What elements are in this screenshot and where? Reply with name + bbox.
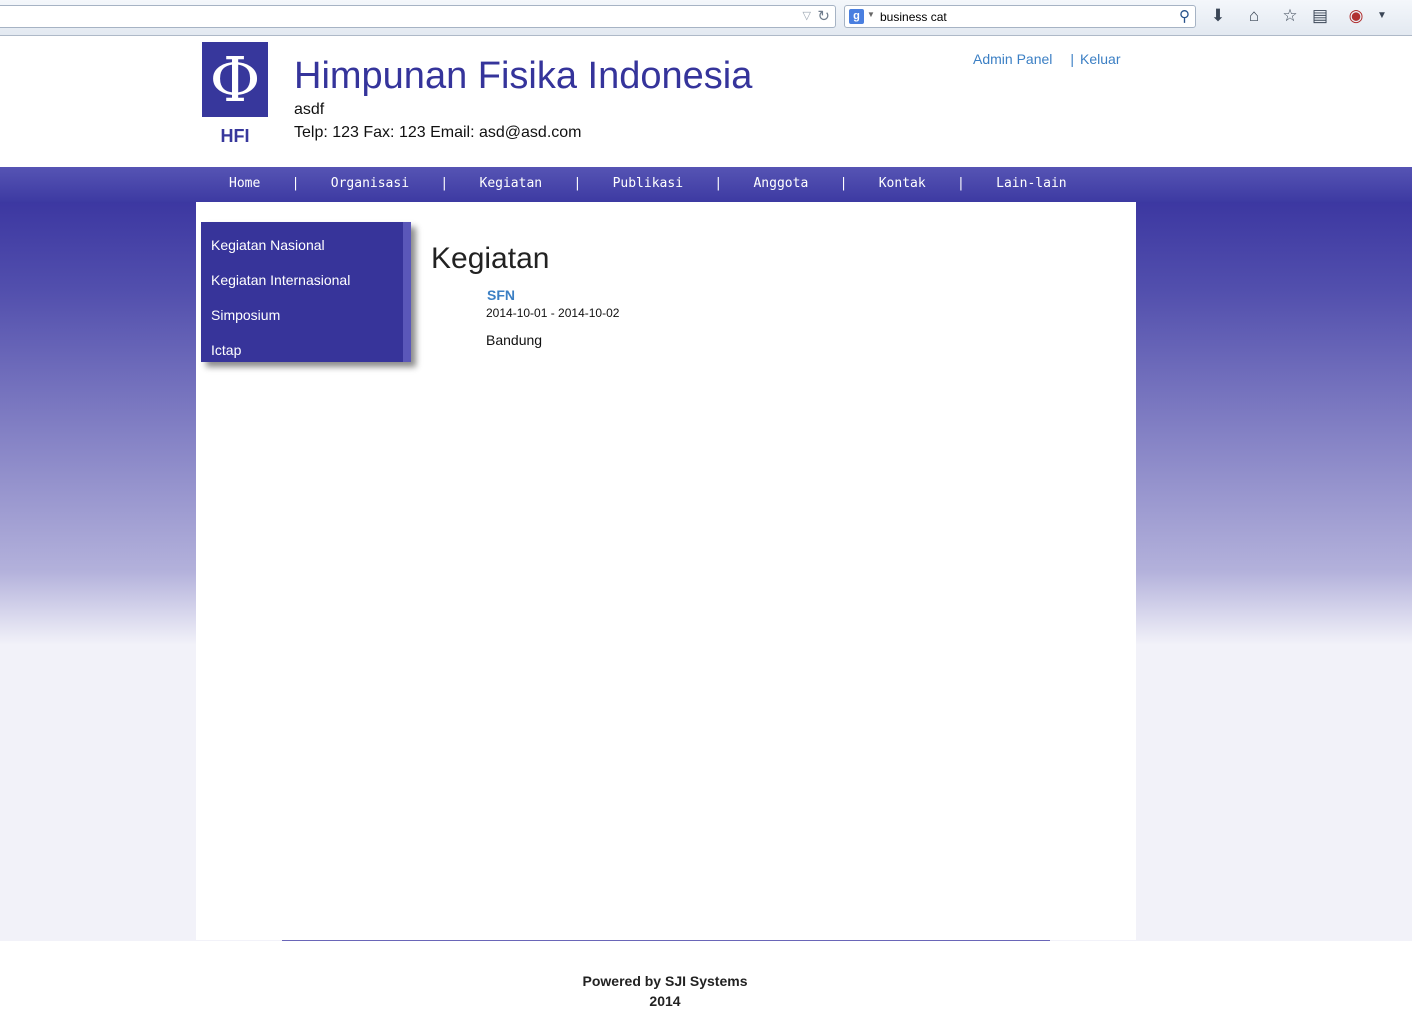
nav-item-publikasi[interactable]: Publikasi bbox=[613, 176, 683, 191]
phi-symbol: Φ bbox=[209, 43, 261, 116]
logout-link[interactable]: Keluar bbox=[1080, 51, 1120, 67]
sidebar-item-ictap[interactable]: Ictap bbox=[211, 342, 241, 358]
nav-separator: | bbox=[440, 176, 449, 191]
home-icon[interactable]: ⌂ bbox=[1244, 6, 1264, 26]
site-title: Himpunan Fisika Indonesia bbox=[294, 55, 753, 97]
sidebar-item-kegiatan-internasional[interactable]: Kegiatan Internasional bbox=[211, 272, 350, 288]
nav-items: Home | Organisasi | Kegiatan | Publikasi… bbox=[229, 176, 1067, 191]
nav-separator: | bbox=[573, 176, 582, 191]
event-date: 2014-10-01 - 2014-10-02 bbox=[486, 306, 620, 320]
sidebar-menu: Kegiatan Nasional Kegiatan Internasional… bbox=[201, 222, 411, 362]
admin-panel-link[interactable]: Admin Panel bbox=[973, 51, 1052, 67]
site-contact: Telp: 123 Fax: 123 Email: asd@asd.com bbox=[294, 124, 582, 141]
logo-text: HFI bbox=[220, 126, 250, 146]
bookmark-star-icon[interactable]: ☆ bbox=[1280, 6, 1300, 26]
nav-item-home[interactable]: Home bbox=[229, 176, 260, 191]
nav-separator: | bbox=[714, 176, 723, 191]
google-icon[interactable]: g bbox=[849, 9, 864, 24]
event-place: Bandung bbox=[486, 332, 543, 348]
nav-item-kegiatan[interactable]: Kegiatan bbox=[480, 176, 543, 191]
content-panel: Kegiatan Nasional Kegiatan Internasional… bbox=[196, 202, 1136, 940]
nav-item-kontak[interactable]: Kontak bbox=[879, 176, 926, 191]
search-engine-dropdown-icon[interactable]: ▼ bbox=[867, 10, 875, 19]
search-icon[interactable]: ⚲ bbox=[1179, 7, 1190, 25]
url-dropdown-icon[interactable]: ▽ bbox=[803, 9, 811, 22]
sidebar-item-kegiatan-nasional[interactable]: Kegiatan Nasional bbox=[211, 237, 325, 253]
nav-separator: | bbox=[957, 176, 965, 191]
bookmarks-list-icon[interactable]: ▤ bbox=[1310, 6, 1330, 26]
site-subtitle: asdf bbox=[294, 101, 325, 118]
event-name-link[interactable]: SFN bbox=[487, 287, 515, 303]
addon-icon[interactable]: ◉ bbox=[1346, 6, 1366, 26]
reload-icon[interactable]: ↻ bbox=[817, 7, 830, 25]
footer-divider bbox=[282, 940, 1050, 941]
download-icon[interactable]: ⬇ bbox=[1208, 6, 1228, 26]
search-bar[interactable]: g ▼ business cat ⚲ bbox=[844, 5, 1196, 28]
site-header: Φ HFI Himpunan Fisika Indonesia asdf Tel… bbox=[0, 37, 1412, 167]
hfi-logo[interactable]: Φ bbox=[202, 42, 268, 117]
menu-dropdown-icon[interactable]: ▼ bbox=[1372, 6, 1392, 26]
page-title: Kegiatan bbox=[431, 242, 550, 275]
main-nav: Home | Organisasi | Kegiatan | Publikasi… bbox=[0, 167, 1412, 202]
sidebar-edge bbox=[403, 222, 411, 362]
top-link-separator: | bbox=[1070, 51, 1075, 67]
sidebar-item-simposium[interactable]: Simposium bbox=[211, 307, 280, 323]
nav-item-lain-lain[interactable]: Lain-lain bbox=[996, 176, 1066, 191]
footer-powered-by: Powered by SJI Systems bbox=[582, 973, 748, 989]
nav-separator: | bbox=[291, 176, 300, 191]
nav-item-anggota[interactable]: Anggota bbox=[753, 176, 808, 191]
footer-year: 2014 bbox=[649, 993, 681, 1009]
nav-item-organisasi[interactable]: Organisasi bbox=[331, 176, 409, 191]
search-input[interactable]: business cat bbox=[880, 10, 947, 24]
nav-separator: | bbox=[839, 176, 848, 191]
address-bar[interactable]: ▽ ↻ bbox=[0, 5, 836, 28]
top-links: Admin Panel | Keluar bbox=[973, 51, 1121, 67]
browser-toolbar: ▽ ↻ g ▼ business cat ⚲ ⬇ ⌂ ☆ ▤ ◉ ▼ bbox=[0, 0, 1412, 36]
